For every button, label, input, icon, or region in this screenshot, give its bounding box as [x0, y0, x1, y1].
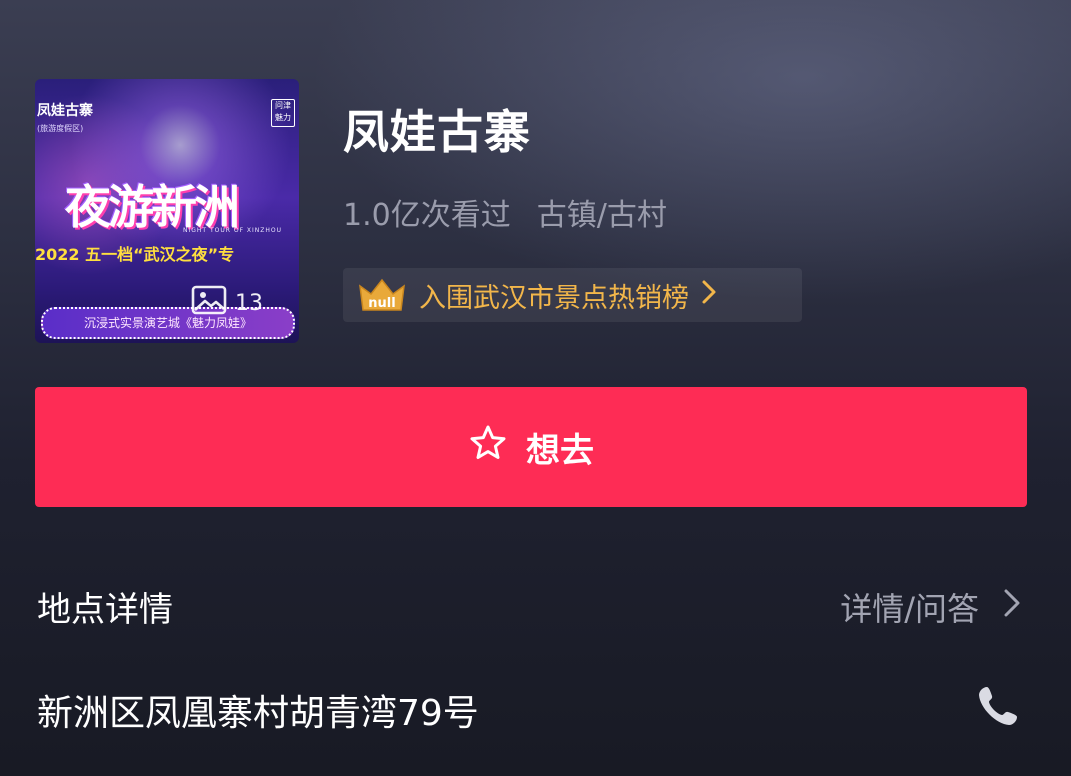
- chevron-right-icon: [1003, 588, 1021, 626]
- place-name: 凤娃古寨: [343, 105, 531, 159]
- want-to-go-label: 想去: [526, 430, 594, 471]
- details-qa-link[interactable]: 详情/问答: [840, 584, 1021, 630]
- place-meta: 1.0亿次看过 古镇/古村: [343, 190, 667, 234]
- phone-icon[interactable]: [976, 684, 1020, 728]
- cover-tag: 问津魅力: [271, 99, 295, 127]
- poi-detail-page: 凤娃古寨 (旅游度假区) 问津魅力 夜游新洲 NIGHT TOUR OF XIN…: [0, 0, 1071, 776]
- image-gallery-icon: [191, 285, 227, 321]
- cover-brand-sub: (旅游度假区): [37, 124, 84, 133]
- star-outline-icon: [468, 423, 508, 472]
- cover-thumbnail[interactable]: 凤娃古寨 (旅游度假区) 问津魅力 夜游新洲 NIGHT TOUR OF XIN…: [35, 79, 299, 343]
- chevron-right-icon: [701, 279, 717, 312]
- crown-badge-text: null: [368, 296, 395, 311]
- cover-subtitle-en: NIGHT TOUR OF XINZHOU: [183, 227, 283, 234]
- cover-ribbon: 2022 五一档“武汉之夜”专: [35, 245, 235, 264]
- address-text: 新洲区凤凰寨村胡青湾79号: [37, 693, 479, 734]
- crown-badge-icon: null: [357, 276, 407, 314]
- location-details-title: 地点详情: [37, 590, 173, 630]
- place-category: 古镇/古村: [536, 198, 667, 233]
- want-to-go-button[interactable]: 想去: [35, 387, 1027, 507]
- ranking-text: 入围武汉市景点热销榜: [419, 282, 689, 314]
- photo-count: 13: [191, 285, 263, 321]
- details-qa-label: 详情/问答: [840, 590, 979, 628]
- photo-count-value: 13: [235, 290, 263, 316]
- view-count: 1.0亿次看过: [343, 198, 511, 233]
- cover-brand: 凤娃古寨: [37, 103, 93, 119]
- hot-ranking-banner[interactable]: null 入围武汉市景点热销榜: [343, 268, 802, 322]
